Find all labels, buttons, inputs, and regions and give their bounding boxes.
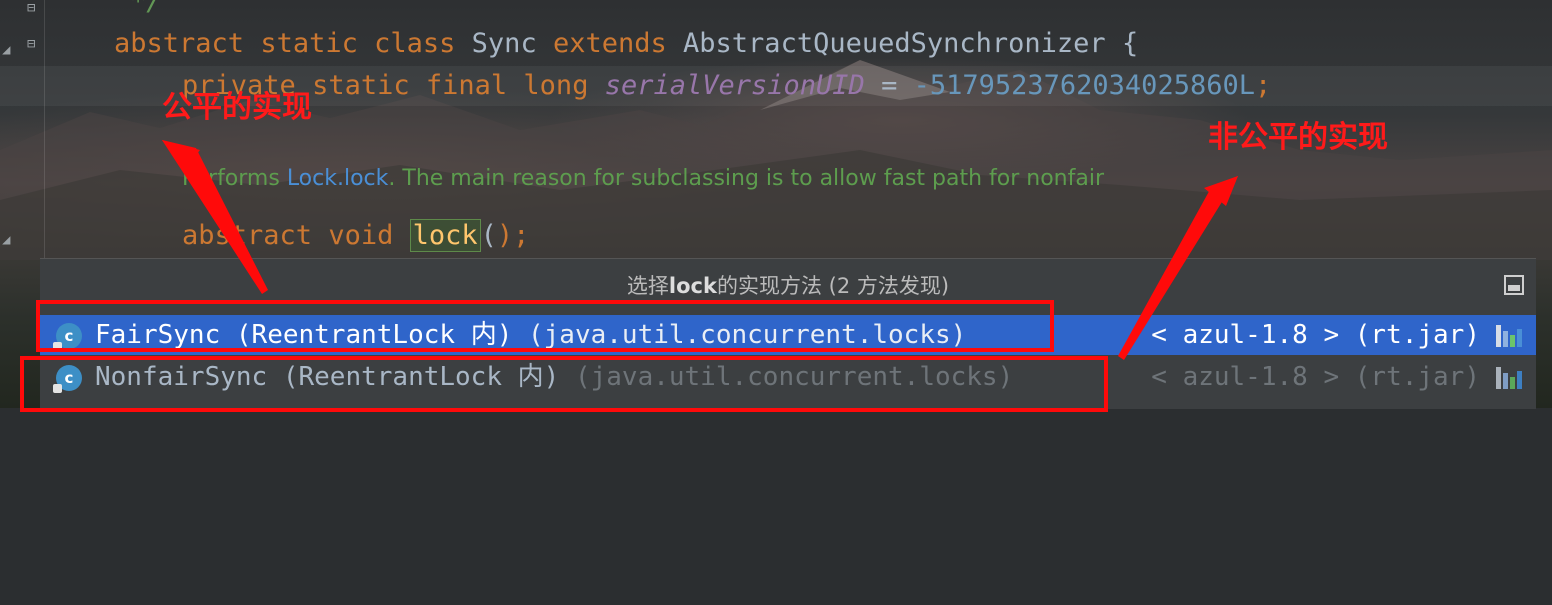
arrow-fair	[162, 140, 268, 294]
annotation-arrows	[162, 140, 1238, 360]
arrow-nonfair	[1118, 176, 1238, 360]
